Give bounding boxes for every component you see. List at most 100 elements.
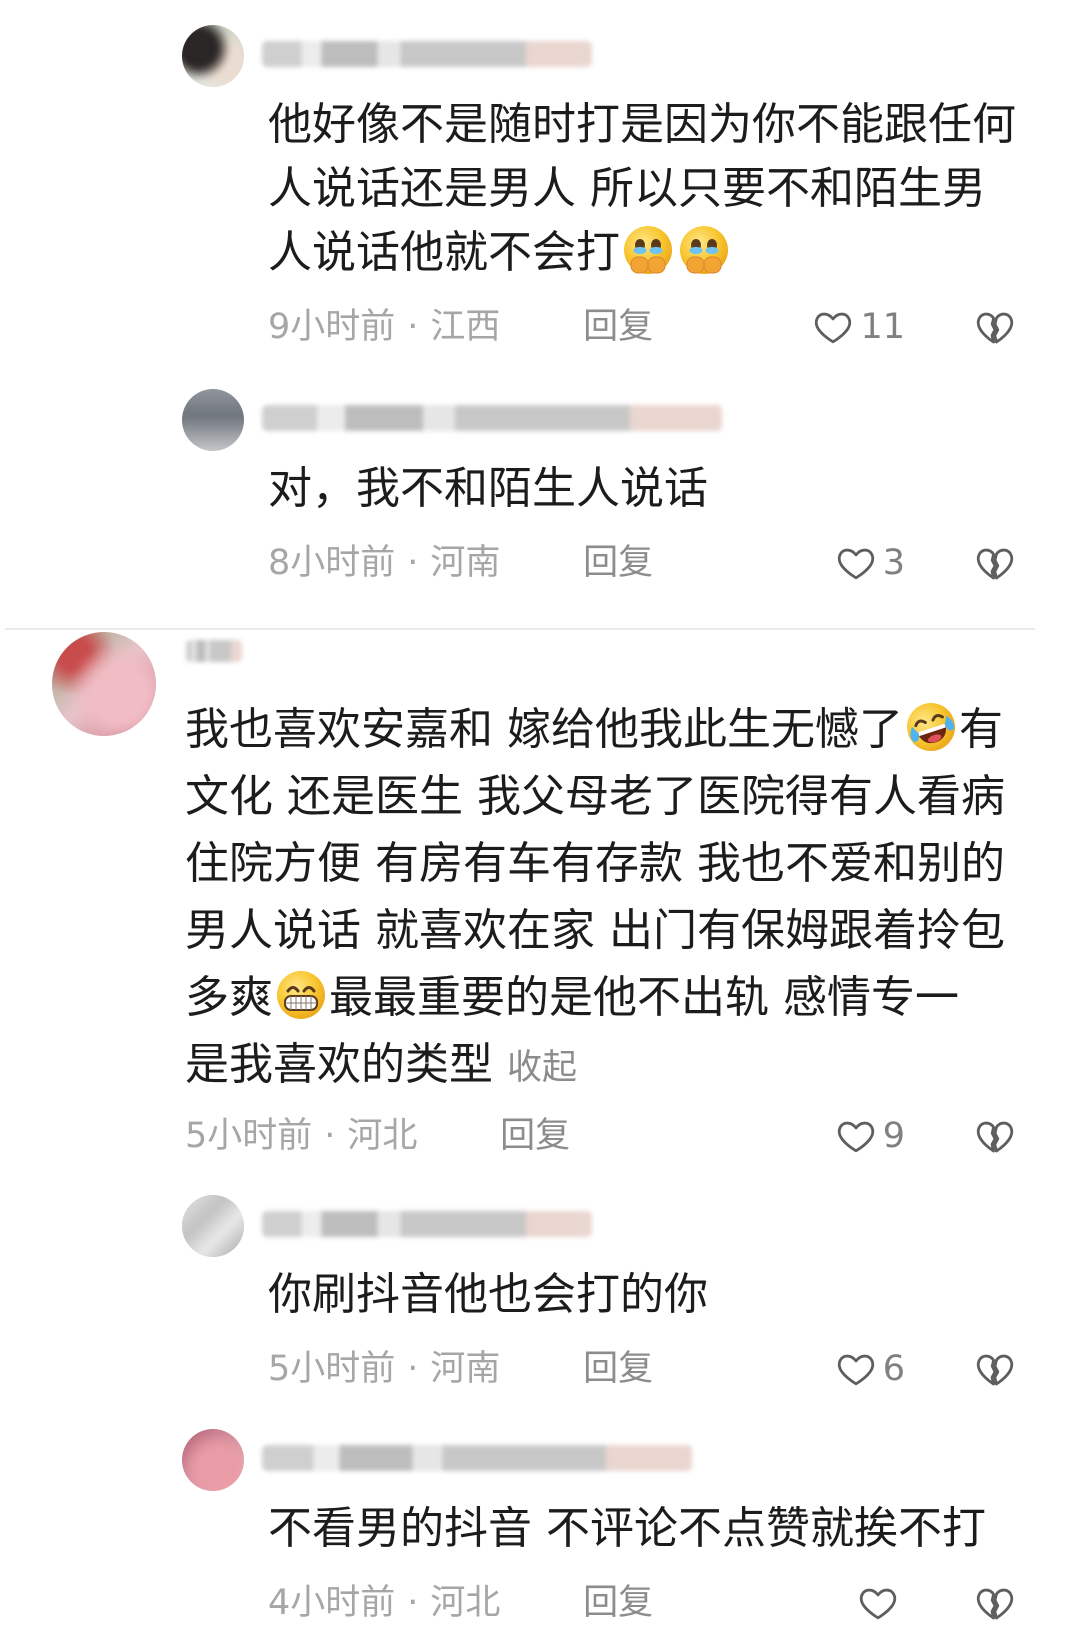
emoji-glyph: [680, 226, 728, 274]
timestamp: 4小时前: [268, 1583, 396, 1623]
heart-outline-icon: [835, 1348, 877, 1390]
reply-button[interactable]: 回复: [583, 543, 653, 583]
reply-button[interactable]: 回复: [583, 1583, 653, 1623]
avatar[interactable]: [182, 1195, 244, 1257]
icon-glyph: [861, 1590, 895, 1618]
comment-meta: 5小时前 · 河北 回复 9: [0, 1114, 1080, 1158]
comment-meta: 8小时前 · 河南 回复 3: [0, 541, 1080, 585]
emoji-glyph: [624, 226, 672, 274]
comment-line: 男人说话 就喜欢在家 出门有保姆跟着拎包: [185, 897, 1080, 964]
location: 河南: [430, 543, 501, 583]
username-redacted[interactable]: [262, 405, 722, 431]
icon-glyph: [978, 314, 1012, 342]
emoji-glyph: [277, 971, 325, 1019]
like-count: 3: [882, 543, 905, 583]
comment-line: 对，我不和陌生人说话: [268, 457, 1080, 521]
username-redacted[interactable]: [186, 640, 242, 662]
meta-separator: ·: [324, 1116, 336, 1156]
comment-line: 人说话他就不会打: [268, 221, 1080, 285]
avatar-image: [182, 25, 244, 87]
dislike-button[interactable]: [974, 1582, 1016, 1624]
icon-glyph: [978, 1123, 1012, 1151]
broken-heart-icon: [974, 1582, 1016, 1624]
meta-separator: ·: [407, 1349, 419, 1389]
dislike-button[interactable]: [974, 1348, 1016, 1390]
like-count: 11: [860, 307, 905, 347]
text-segment: 最最重要的是他不出轨 感情专一: [329, 972, 959, 1023]
username-redacted[interactable]: [262, 1445, 692, 1471]
time-location: 5小时前 · 河南: [268, 1347, 572, 1391]
text-segment: 我也喜欢安嘉和 嫁给他我此生无憾了: [185, 704, 903, 755]
reply-comment: 不看男的抖音 不评论不点赞就挨不打 4小时前 · 河北 回复: [0, 1429, 1080, 1625]
comment-divider: [5, 628, 1035, 630]
holding-back-tears-emoji-icon: [622, 224, 674, 276]
comment-meta: 4小时前 · 河北 回复: [0, 1581, 1080, 1625]
timestamp: 5小时前: [185, 1116, 313, 1156]
avatar[interactable]: [52, 632, 156, 736]
heart-outline-icon: [812, 306, 854, 348]
like-button[interactable]: 11: [812, 305, 905, 349]
dislike-button[interactable]: [974, 306, 1016, 348]
text-segment: 人说话还是男人 所以只要不和陌生男: [268, 163, 986, 214]
comment-thread-page: 他好像不是随时打是因为你不能跟任何 人说话还是男人 所以只要不和陌生男 人说话他…: [0, 0, 1080, 1632]
username-redacted[interactable]: [262, 1211, 592, 1237]
like-button[interactable]: 3: [835, 541, 905, 585]
username-redacted[interactable]: [262, 41, 592, 67]
text-segment: 住院方便 有房有车有存款 我也不爱和别的: [185, 838, 1005, 889]
icon-glyph: [978, 550, 1012, 578]
reply-comment: 对，我不和陌生人说话 8小时前 · 河南 回复 3: [0, 389, 1080, 585]
reply-button[interactable]: 回复: [583, 307, 653, 347]
comment-line: 是我喜欢的类型 收起: [185, 1031, 1080, 1098]
dislike-button[interactable]: [974, 1115, 1016, 1157]
comment-line: 多爽 最最重要的是他不出轨 感情专一: [185, 964, 1080, 1031]
time-location: 9小时前 · 江西: [268, 305, 572, 349]
like-button[interactable]: 6: [835, 1347, 905, 1391]
comment-meta: 9小时前 · 江西 回复 11: [0, 305, 1080, 349]
dislike-button[interactable]: [974, 542, 1016, 584]
time-location: 4小时前 · 河北: [268, 1581, 572, 1625]
laughing-tears-emoji-icon: [905, 701, 957, 753]
collapse-button[interactable]: 收起: [507, 1048, 577, 1088]
avatar[interactable]: [182, 1429, 244, 1491]
like-button[interactable]: 9: [835, 1114, 905, 1158]
avatar[interactable]: [182, 389, 244, 451]
reply-button[interactable]: 回复: [583, 1349, 653, 1389]
avatar-image: [182, 389, 244, 451]
heart-outline-icon: [857, 1582, 899, 1624]
comment-meta: 5小时前 · 河南 回复 6: [0, 1347, 1080, 1391]
reply-button[interactable]: 回复: [500, 1116, 570, 1156]
emoji-glyph: [905, 701, 957, 753]
broken-heart-icon: [974, 306, 1016, 348]
location: 河北: [347, 1116, 418, 1156]
comment-line: 不看男的抖音 不评论不点赞就挨不打: [268, 1497, 1080, 1561]
icon-glyph: [839, 1356, 873, 1384]
text-segment: 男人说话 就喜欢在家 出门有保姆跟着拎包: [185, 905, 1005, 956]
text-segment: 人说话他就不会打: [268, 227, 620, 278]
text-segment: 不看男的抖音 不评论不点赞就挨不打: [268, 1503, 986, 1554]
location: 河南: [430, 1349, 501, 1389]
top-level-comment: 我也喜欢安嘉和 嫁给他我此生无憾了有 文化 还是医生 我父母老了医院得有人看病 …: [0, 632, 1080, 1158]
icon-glyph: [839, 1123, 873, 1151]
reply-comment: 他好像不是随时打是因为你不能跟任何 人说话还是男人 所以只要不和陌生男 人说话他…: [0, 25, 1080, 349]
comment-line: 你刷抖音他也会打的你: [268, 1263, 1080, 1327]
text-segment: 他好像不是随时打是因为你不能跟任何: [268, 99, 1016, 150]
avatar[interactable]: [182, 25, 244, 87]
meta-separator: ·: [407, 543, 419, 583]
comment-line: 人说话还是男人 所以只要不和陌生男: [268, 157, 1080, 221]
location: 江西: [430, 307, 501, 347]
text-segment: 你刷抖音他也会打的你: [268, 1269, 708, 1320]
like-count: 6: [882, 1349, 905, 1389]
comment-line: 他好像不是随时打是因为你不能跟任何: [268, 93, 1080, 157]
like-count: 9: [882, 1116, 905, 1156]
like-button[interactable]: [857, 1581, 905, 1625]
meta-separator: ·: [407, 307, 419, 347]
avatar-image: [182, 1195, 244, 1257]
time-location: 8小时前 · 河南: [268, 541, 572, 585]
comment-text: 我也喜欢安嘉和 嫁给他我此生无憾了有 文化 还是医生 我父母老了医院得有人看病 …: [0, 632, 1080, 1098]
timestamp: 8小时前: [268, 543, 396, 583]
comment-line: 住院方便 有房有车有存款 我也不爱和别的: [185, 830, 1080, 897]
timestamp: 9小时前: [268, 307, 396, 347]
holding-back-tears-emoji-icon: [678, 224, 730, 276]
meta-separator: ·: [407, 1583, 419, 1623]
icon-glyph: [839, 550, 873, 578]
